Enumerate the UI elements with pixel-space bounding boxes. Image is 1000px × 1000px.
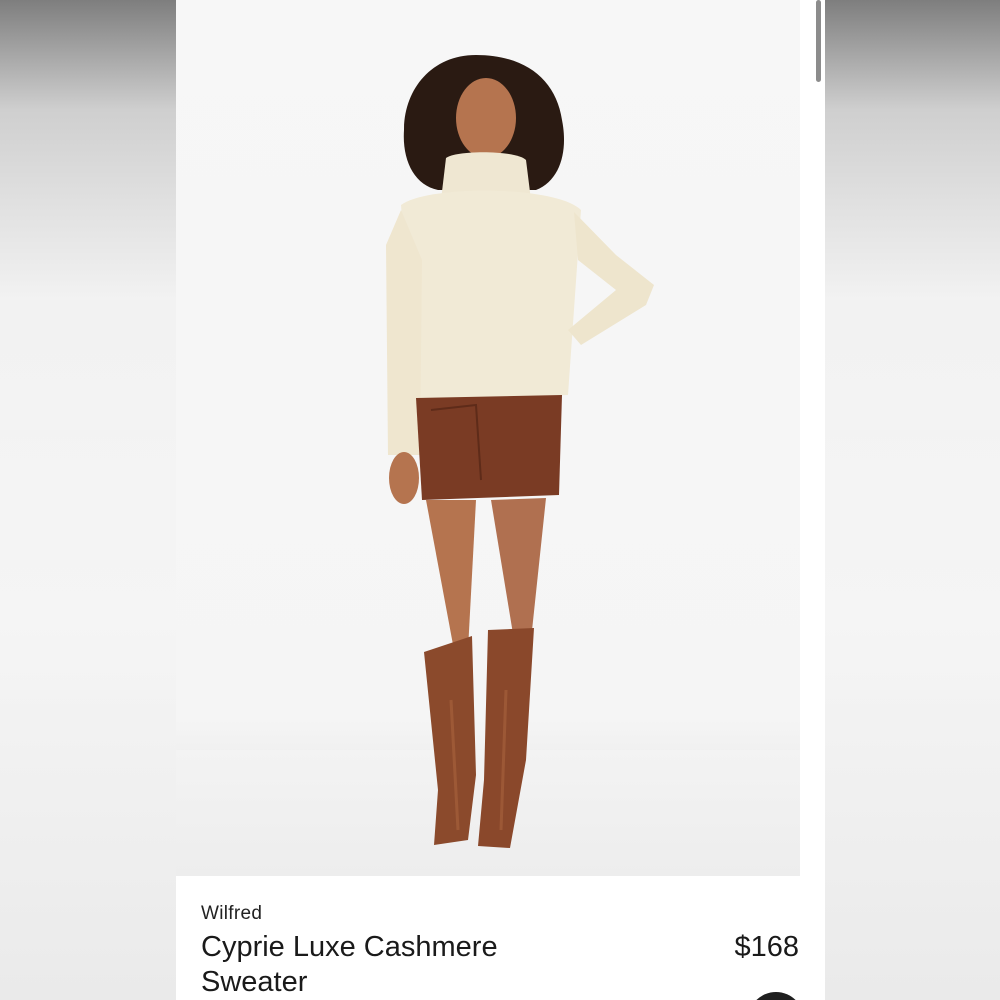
model-illustration	[386, 55, 654, 848]
leather-skirt	[416, 395, 562, 500]
background-blur-left	[0, 0, 176, 1000]
boot-right	[478, 628, 534, 848]
scrollbar[interactable]	[816, 0, 821, 82]
sweater-sleeve-right	[568, 212, 654, 345]
face	[456, 78, 516, 158]
leg-left	[426, 500, 476, 650]
floating-action-button[interactable]	[748, 992, 804, 1000]
product-title[interactable]: Cyprie Luxe Cashmere Sweater	[201, 930, 581, 1000]
product-card: Wilfred Cyprie Luxe Cashmere Sweater $16…	[176, 0, 825, 1000]
product-image[interactable]	[176, 0, 800, 876]
boot-left	[424, 636, 476, 845]
product-brand[interactable]: Wilfred	[201, 903, 262, 925]
product-info: Wilfred Cyprie Luxe Cashmere Sweater $16…	[176, 876, 825, 1000]
hand	[389, 452, 419, 504]
leg-right	[491, 498, 546, 640]
sweater-body	[401, 190, 581, 400]
background-blur-right	[825, 0, 1000, 1000]
product-price: $168	[734, 931, 799, 963]
